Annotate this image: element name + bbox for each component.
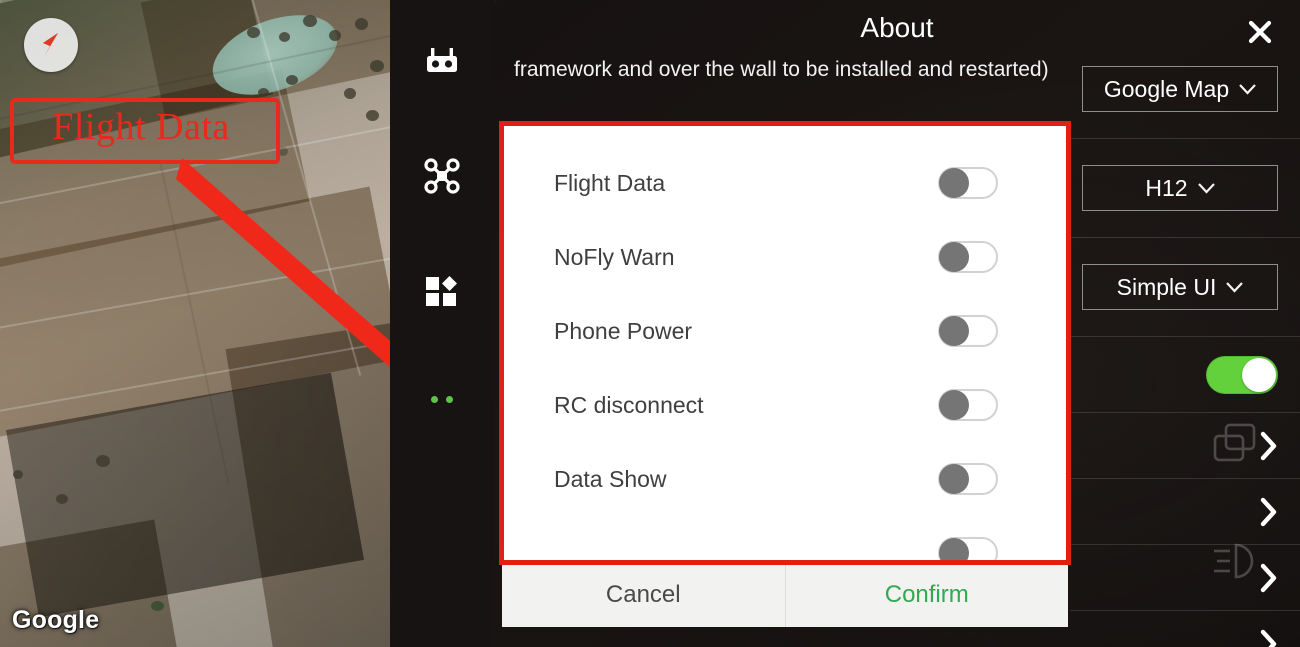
dialog-toggle-list[interactable]: Flight Data NoFly Warn Phone Power RC di… bbox=[502, 124, 1068, 562]
list-item[interactable]: Data Show bbox=[502, 442, 1068, 516]
remote-controller-icon bbox=[427, 48, 457, 72]
phone-power-toggle[interactable] bbox=[938, 315, 998, 347]
apps-grid-icon bbox=[426, 276, 457, 306]
copy-layers-icon bbox=[1213, 423, 1256, 461]
toggle-knob bbox=[939, 168, 969, 198]
sidebar-item-aircraft[interactable] bbox=[390, 155, 494, 197]
settings-row[interactable] bbox=[1070, 543, 1300, 611]
settings-row[interactable] bbox=[1070, 611, 1300, 647]
list-item[interactable]: NoFly Warn bbox=[502, 220, 1068, 294]
list-item[interactable]: Flight Data bbox=[502, 146, 1068, 220]
chevron-down-icon bbox=[1197, 182, 1215, 194]
confirm-button[interactable]: Confirm bbox=[784, 563, 1069, 627]
rc-disconnect-toggle[interactable] bbox=[938, 389, 998, 421]
toggle-knob bbox=[1242, 357, 1276, 392]
settings-row[interactable]: Google Map bbox=[1070, 40, 1300, 139]
chevron-right-icon[interactable] bbox=[1259, 431, 1278, 461]
settings-row[interactable]: or Taiwan, bbox=[940, 337, 1300, 413]
cancel-button[interactable]: Cancel bbox=[502, 563, 785, 627]
status-indicator-dots bbox=[390, 396, 494, 403]
list-item-label: NoFly Warn bbox=[554, 243, 675, 270]
status-dot-1 bbox=[431, 396, 438, 403]
list-item-label: Data Show bbox=[554, 465, 667, 492]
about-body-text: framework and over the wall to be instal… bbox=[514, 58, 1049, 81]
settings-row[interactable] bbox=[1070, 479, 1300, 545]
settings-dialog: Flight Data NoFly Warn Phone Power RC di… bbox=[502, 124, 1068, 627]
map-source-select[interactable]: Google Map bbox=[1082, 66, 1278, 112]
ui-mode-select[interactable]: Simple UI bbox=[1082, 264, 1278, 310]
dialog-footer: Cancel Confirm bbox=[502, 562, 1068, 627]
list-item-label: Phone Power bbox=[554, 317, 693, 344]
chevron-down-icon bbox=[1226, 281, 1244, 293]
list-item[interactable]: Phone Power bbox=[502, 294, 1068, 368]
nofly-warn-toggle[interactable] bbox=[938, 241, 998, 273]
ui-mode-value: Simple UI bbox=[1116, 273, 1217, 300]
google-watermark: Google bbox=[12, 606, 100, 634]
chevron-right-icon[interactable] bbox=[1259, 629, 1278, 647]
status-dot-2 bbox=[446, 396, 453, 403]
toggle-knob bbox=[939, 242, 969, 272]
compass-needle-icon bbox=[43, 33, 58, 57]
left-toolbar bbox=[390, 0, 495, 647]
list-item[interactable] bbox=[502, 516, 1068, 562]
sidebar-item-remote-controller[interactable] bbox=[390, 42, 494, 84]
list-item-label: RC disconnect bbox=[554, 391, 704, 418]
settings-row[interactable] bbox=[1070, 413, 1300, 479]
chevron-right-icon[interactable] bbox=[1259, 497, 1278, 527]
partial-toggle[interactable] bbox=[938, 537, 998, 562]
list-item[interactable]: RC disconnect bbox=[502, 368, 1068, 442]
drone-quadcopter-icon bbox=[424, 158, 460, 194]
flight-data-toggle[interactable] bbox=[938, 167, 998, 199]
settings-row[interactable]: Simple UI bbox=[1070, 238, 1300, 337]
map-source-value: Google Map bbox=[1103, 75, 1230, 102]
settings-row[interactable]: H12 bbox=[1070, 139, 1300, 238]
chevron-down-icon bbox=[1239, 83, 1256, 95]
device-model-select[interactable]: H12 bbox=[1082, 165, 1278, 211]
headlight-icon bbox=[1214, 543, 1254, 579]
app-screen: Google Flight Data About framework and o… bbox=[0, 0, 1300, 647]
map-compass[interactable] bbox=[24, 18, 78, 72]
toggle-knob bbox=[939, 538, 969, 562]
toggle-knob bbox=[939, 464, 969, 494]
region-toggle[interactable] bbox=[1206, 355, 1278, 394]
data-show-toggle[interactable] bbox=[938, 463, 998, 495]
sidebar-item-apps[interactable] bbox=[390, 270, 494, 312]
toggle-knob bbox=[939, 390, 969, 420]
list-item-label: Flight Data bbox=[554, 169, 666, 196]
toggle-knob bbox=[939, 316, 969, 346]
settings-rows: Google Map H12 Simple UI bbox=[940, 40, 1300, 647]
annotation-label: Flight Data bbox=[52, 106, 230, 148]
device-model-value: H12 bbox=[1145, 174, 1188, 201]
